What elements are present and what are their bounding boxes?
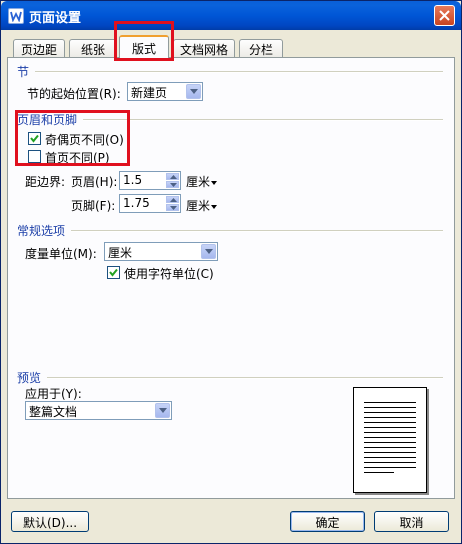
apply-to-value: 整篇文档	[29, 405, 78, 419]
apply-to-select[interactable]: 整篇文档	[25, 401, 172, 420]
window-title: 页面设置	[29, 11, 82, 26]
section-header: 节	[17, 65, 30, 79]
header-distance-value: 1.5	[123, 173, 143, 187]
title-bar[interactable]: 页面设置	[1, 1, 461, 30]
footer-distance-spinner[interactable]: 1.75	[119, 194, 181, 213]
preview-text-line	[364, 467, 416, 468]
preview-header: 预览	[17, 371, 42, 385]
preview-text-line	[364, 442, 416, 443]
general-options-separator	[71, 230, 443, 232]
chevron-down-icon[interactable]	[155, 403, 170, 418]
preview-text-line	[364, 427, 416, 428]
default-button[interactable]: 默认(D)...	[11, 511, 89, 532]
header-distance-spinner[interactable]: 1.5	[119, 171, 181, 190]
section-start-select[interactable]: 新建页	[127, 82, 203, 101]
ok-button[interactable]: 确定	[290, 511, 365, 532]
preview-text-line	[364, 407, 416, 408]
chevron-down-icon[interactable]	[201, 244, 216, 259]
preview-text-line	[364, 432, 416, 433]
footer-distance-label: 页脚(F):	[71, 199, 116, 213]
spin-down-icon[interactable]	[166, 181, 179, 188]
preview-text-line	[364, 412, 416, 413]
highlight-header-footer	[15, 110, 130, 166]
char-unit-label[interactable]: 使用字符单位(C)	[124, 265, 214, 282]
spin-up-icon[interactable]	[166, 173, 179, 180]
preview-text-line	[364, 462, 416, 463]
preview-text-line	[364, 437, 416, 438]
cancel-button[interactable]: 取消	[374, 511, 449, 532]
chevron-down-icon[interactable]	[186, 84, 201, 99]
close-icon[interactable]	[434, 5, 455, 26]
preview-text-line	[364, 457, 416, 458]
section-start-value: 新建页	[131, 86, 168, 100]
preview-text-line	[364, 452, 416, 453]
apply-to-label: 应用于(Y):	[25, 387, 82, 401]
preview-text-line	[364, 422, 416, 423]
highlight-tab-layout	[114, 21, 174, 61]
preview-text-line	[364, 417, 416, 418]
distance-label: 距边界:	[25, 175, 66, 189]
footer-unit-dropdown[interactable]: 厘米	[186, 197, 218, 214]
header-unit-label: 厘米	[186, 175, 211, 189]
page-preview	[353, 387, 427, 493]
header-footer-separator	[83, 119, 443, 121]
general-options-header: 常规选项	[17, 224, 66, 238]
tab-margins[interactable]: 页边距	[13, 39, 65, 57]
header-distance-label: 页眉(H):	[71, 175, 118, 189]
preview-text-line	[364, 402, 416, 403]
caret-down-icon	[211, 204, 218, 209]
preview-separator	[47, 377, 443, 379]
preview-text-line	[364, 447, 416, 448]
measure-unit-select[interactable]: 厘米	[104, 242, 218, 261]
preview-text-line	[364, 472, 394, 473]
tab-columns[interactable]: 分栏	[239, 39, 283, 57]
header-unit-dropdown[interactable]: 厘米	[186, 173, 218, 190]
tab-document-grid[interactable]: 文档网格	[173, 39, 235, 57]
spin-down-icon[interactable]	[166, 204, 179, 211]
footer-unit-label: 厘米	[186, 199, 211, 213]
footer-distance-value: 1.75	[123, 196, 150, 210]
section-separator	[35, 71, 443, 73]
page-setup-dialog: 页面设置 页边距 纸张 版式 文档网格 分栏 节 节的起始位置(R): 新建页 …	[0, 0, 462, 544]
measure-unit-label: 度量单位(M):	[25, 247, 97, 261]
caret-down-icon	[211, 180, 218, 185]
tab-paper[interactable]: 纸张	[69, 39, 117, 57]
wps-writer-icon	[8, 8, 24, 24]
measure-unit-value: 厘米	[108, 246, 133, 260]
spin-up-icon[interactable]	[166, 196, 179, 203]
char-unit-checkbox[interactable]	[107, 266, 120, 279]
section-start-label: 节的起始位置(R):	[27, 87, 121, 101]
